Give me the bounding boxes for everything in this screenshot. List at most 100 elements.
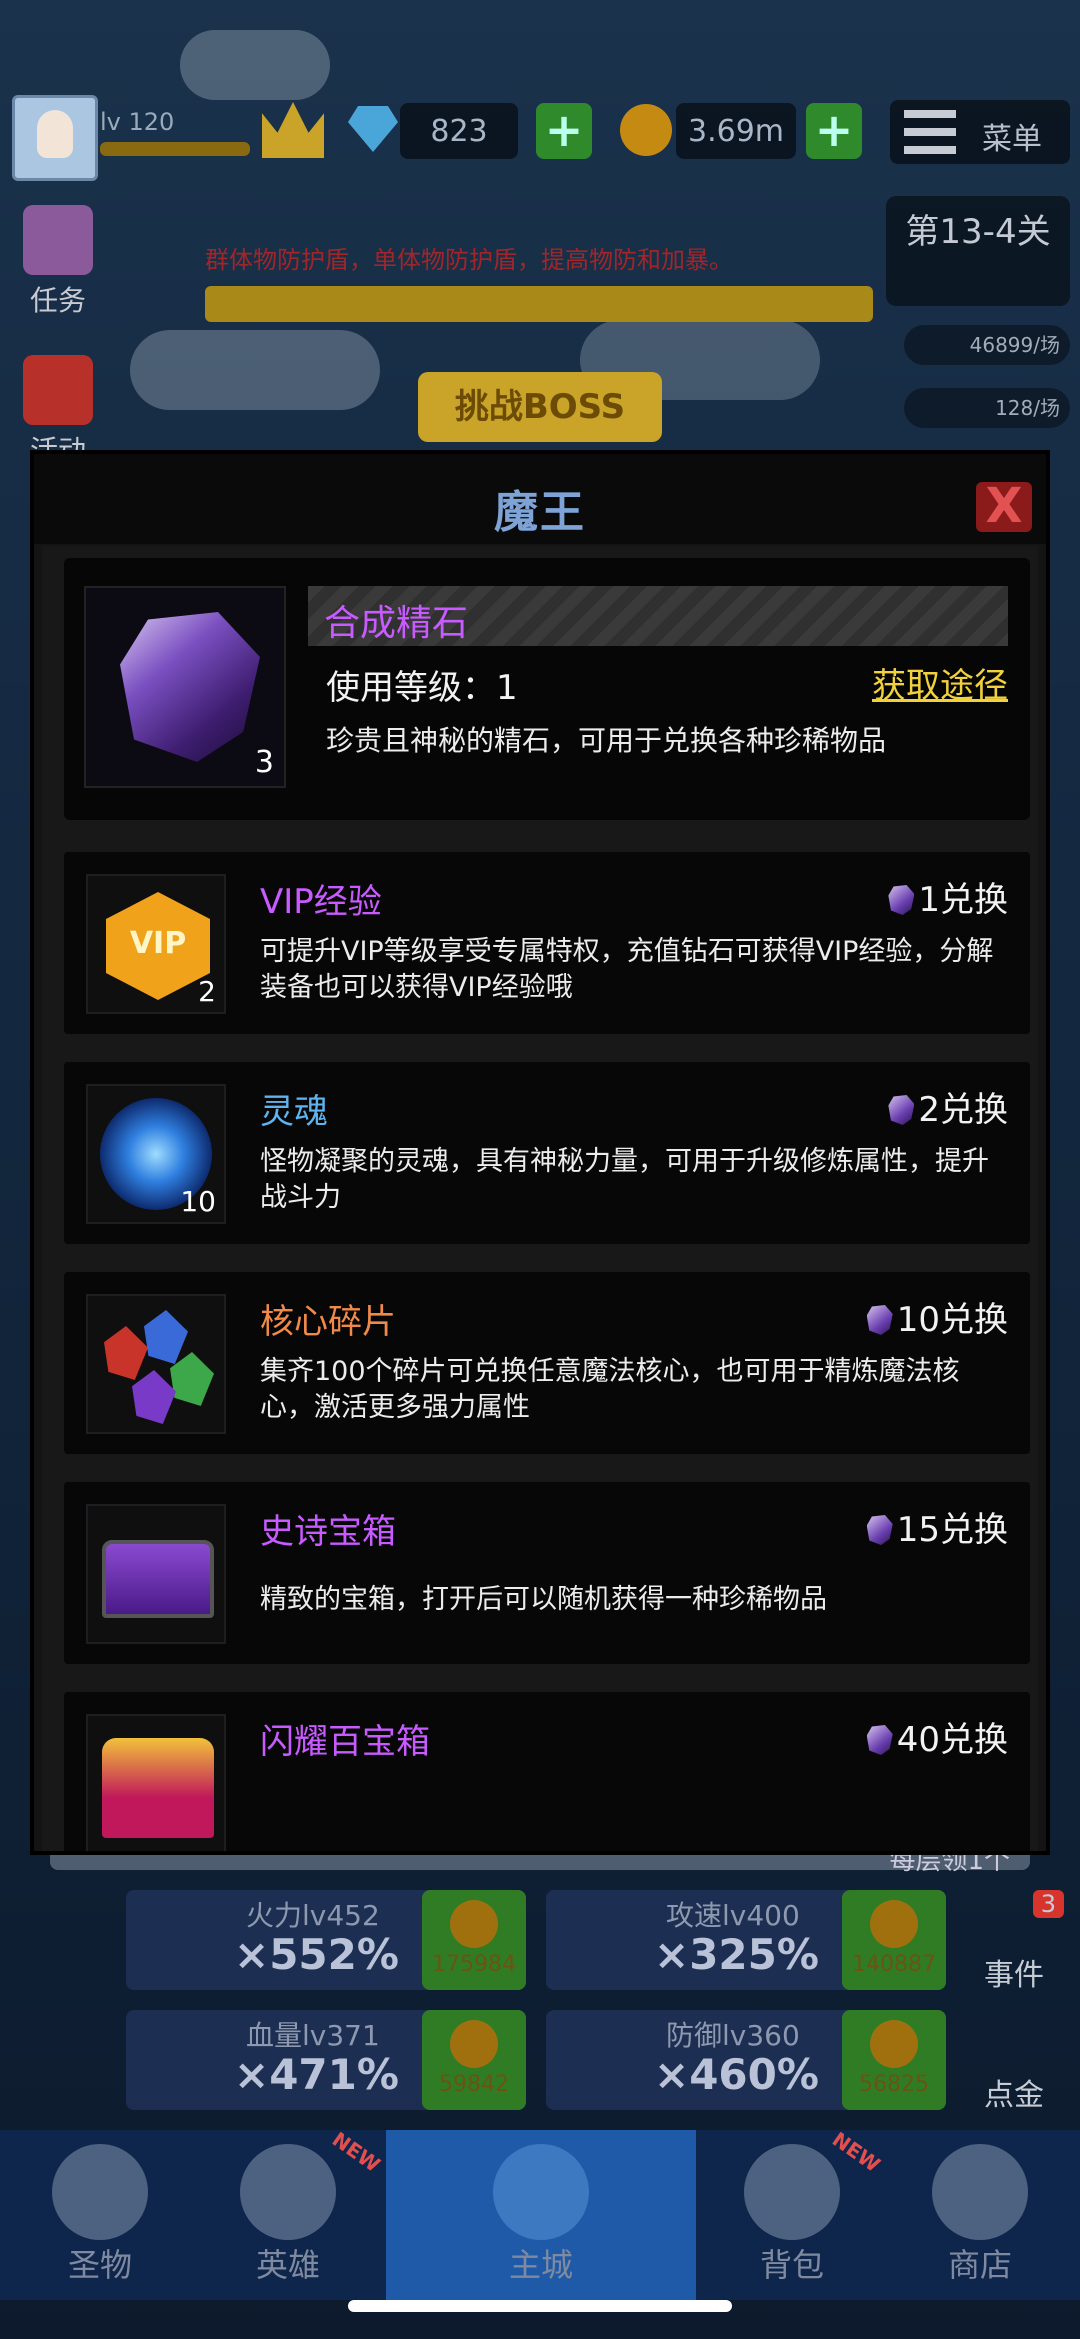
stat-health[interactable]: 血量lv371 ×471% 59842 <box>126 2010 526 2110</box>
row-description: 怪物凝聚的灵魂，具有神秘力量，可用于升级修炼属性，提升战斗力 <box>260 1146 989 1213</box>
backpack-icon <box>744 2144 840 2240</box>
stat-percent: ×325% <box>654 1930 819 1979</box>
exp-rate: 46899/场 <box>904 325 1070 365</box>
hamburger-icon <box>904 110 956 154</box>
upgrade-cost[interactable]: 175984 <box>422 1890 526 1990</box>
row-title: VIP经验 <box>260 882 382 922</box>
tab-label: 商店 <box>947 2246 1012 2284</box>
row-description: 集齐100个碎片可兑换任意魔法核心，也可用于精炼魔法核心，激活更多强力属性 <box>260 1356 960 1423</box>
item-detail-card: 3 合成精石 使用等级：1 获取途径 珍贵且神秘的精石，可用于兑换各种珍稀物品 <box>64 558 1030 820</box>
item-quantity: 3 <box>254 745 274 780</box>
cost-label: 1兑换 <box>918 880 1008 920</box>
player-avatar[interactable] <box>12 95 98 181</box>
stat-attack-speed[interactable]: 攻速lv400 ×325% 140887 <box>546 1890 946 1990</box>
exchange-cost-button[interactable]: 15兑换 <box>866 1502 1008 1551</box>
castle-icon <box>493 2144 589 2240</box>
chest-shape <box>102 1540 214 1618</box>
add-diamonds-button[interactable]: + <box>536 103 592 159</box>
obtain-source-link[interactable]: 获取途径 <box>872 658 1008 707</box>
cloud-decoration <box>180 30 330 100</box>
modal-body[interactable]: 3 合成精石 使用等级：1 获取途径 珍贵且神秘的精石，可用于兑换各种珍稀物品 … <box>42 546 1038 1851</box>
row-title: 灵魂 <box>260 1092 328 1132</box>
stat-defense[interactable]: 防御lv360 ×460% 56825 <box>546 2010 946 2110</box>
row-title: 核心碎片 <box>260 1302 396 1342</box>
tab-label: 圣物 <box>67 2246 132 2284</box>
gift-icon <box>23 355 93 425</box>
row-title: 史诗宝箱 <box>260 1512 396 1552</box>
clover-icon <box>52 2144 148 2240</box>
list-item[interactable]: VIP 2 VIP经验 1兑换 可提升VIP等级享受专属特权，充值钻石可获得VI… <box>64 852 1030 1034</box>
stat-name: 攻速lv400 <box>666 1899 800 1932</box>
events-badge: 3 <box>1032 1890 1064 1918</box>
exchange-cost-button[interactable]: 2兑换 <box>888 1082 1008 1131</box>
stage-label: 第13-4关 <box>905 212 1051 252</box>
stone-gem-icon <box>888 1095 915 1125</box>
stat-percent: ×552% <box>234 1930 399 1979</box>
list-item[interactable]: 10 灵魂 2兑换 怪物凝聚的灵魂，具有神秘力量，可用于升级修炼属性，提升战斗力 <box>64 1062 1030 1244</box>
chest-shape <box>102 1738 214 1838</box>
exchange-cost-button[interactable]: 10兑换 <box>866 1292 1008 1341</box>
soul-swirl-icon: 10 <box>86 1084 226 1224</box>
cloud-decoration <box>130 330 380 410</box>
skill-banner: 群体物防护盾，单体物防护盾，提高物防和加暴。 <box>205 246 733 274</box>
stone-gem-icon <box>866 1305 893 1335</box>
list-item[interactable]: 闪耀百宝箱 40兑换 <box>64 1692 1030 1851</box>
stat-name: 血量lv371 <box>246 2019 380 2052</box>
exchange-cost-button[interactable]: 1兑换 <box>888 872 1008 921</box>
stone-gem-icon <box>866 1515 893 1545</box>
alchemy-label: 点金 <box>984 2078 1044 2113</box>
sidebar-item-label: 任务 <box>29 284 86 317</box>
item-icon: 3 <box>84 586 286 788</box>
home-indicator[interactable] <box>348 2300 732 2312</box>
list-item[interactable]: 史诗宝箱 15兑换 精致的宝箱，打开后可以随机获得一种珍稀物品 <box>64 1482 1030 1664</box>
stone-gem-icon <box>888 885 915 915</box>
stat-firepower[interactable]: 火力lv452 ×552% 175984 <box>126 1890 526 1990</box>
add-gold-button[interactable]: + <box>806 103 862 159</box>
vip-icon-text: VIP <box>129 926 187 961</box>
item-use-level: 使用等级：1 <box>326 668 518 708</box>
stone-gem-icon <box>866 1725 893 1755</box>
cost-label: 15兑换 <box>896 1510 1008 1550</box>
events-button[interactable]: 3 事件 <box>958 1890 1070 1994</box>
vip-badge-icon: VIP 2 <box>86 874 226 1014</box>
row-title: 闪耀百宝箱 <box>260 1722 430 1762</box>
red-shard <box>104 1326 148 1380</box>
xp-bar <box>100 142 250 156</box>
tab-label: 主城 <box>508 2246 573 2284</box>
tab-shop[interactable]: 商店 <box>880 2130 1080 2300</box>
exchange-modal: 魔王 X 3 合成精石 使用等级：1 获取途径 珍贵且神秘的精石，可用于兑换各种… <box>30 450 1050 1855</box>
green-shard <box>170 1352 214 1406</box>
tab-label: 背包 <box>759 2246 824 2284</box>
close-button[interactable]: X <box>976 482 1032 532</box>
stat-percent: ×460% <box>654 2050 819 2099</box>
gold-rate: 128/场 <box>904 388 1070 428</box>
menu-button[interactable]: 菜单 <box>890 100 1070 164</box>
stage-indicator: 第13-4关 <box>886 196 1070 306</box>
diamond-count: 823 <box>400 103 518 159</box>
blue-shard <box>144 1310 188 1364</box>
upgrade-cost[interactable]: 59842 <box>422 2010 526 2110</box>
events-label: 事件 <box>984 1958 1044 1993</box>
challenge-boss-button[interactable]: 挑战BOSS <box>418 372 662 442</box>
vip-hex-shape: VIP <box>106 892 210 1000</box>
alchemy-button[interactable]: 点金 <box>958 2020 1070 2114</box>
upgrade-cost[interactable]: 140887 <box>842 1890 946 1990</box>
item-name: 合成精石 <box>324 603 469 644</box>
list-item[interactable]: 核心碎片 10兑换 集齐100个碎片可兑换任意魔法核心，也可用于精炼魔法核心，激… <box>64 1272 1030 1454</box>
modal-title: 魔王 <box>494 487 586 538</box>
cost-label: 40兑换 <box>896 1720 1008 1760</box>
tab-relics[interactable]: 圣物 <box>0 2130 200 2300</box>
progress-bar <box>205 286 873 322</box>
purple-shard <box>132 1370 176 1424</box>
helmet-icon <box>240 2144 336 2240</box>
cost-label: 2兑换 <box>918 1090 1008 1130</box>
cost-label: 10兑换 <box>896 1300 1008 1340</box>
exchange-cost-button[interactable]: 40兑换 <box>866 1712 1008 1761</box>
gold-count: 3.69m <box>676 103 796 159</box>
row-quantity: 10 <box>180 1185 216 1218</box>
cart-icon <box>932 2144 1028 2240</box>
row-description: 精致的宝箱，打开后可以随机获得一种珍稀物品 <box>260 1584 827 1615</box>
upgrade-cost[interactable]: 56825 <box>842 2010 946 2110</box>
tab-main-city[interactable]: 主城 <box>386 2130 696 2300</box>
sidebar-item-task[interactable]: 任务 <box>8 205 108 319</box>
